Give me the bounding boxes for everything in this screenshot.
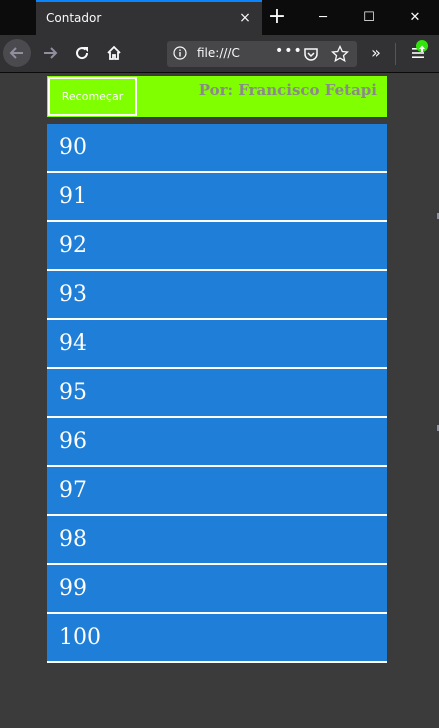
counter-item: 90: [47, 124, 387, 173]
info-icon[interactable]: [173, 46, 187, 60]
toolbar-divider: [395, 43, 396, 65]
reload-icon[interactable]: [68, 39, 96, 67]
window-minimize-button[interactable]: ─: [300, 0, 346, 35]
tab-strip: Contador × + ─ ☐ ✕: [0, 0, 439, 35]
url-text[interactable]: file:///C: [197, 46, 240, 60]
counter-item: 93: [47, 271, 387, 320]
bookmark-star-icon[interactable]: [331, 45, 349, 63]
tab-contador[interactable]: Contador ×: [36, 0, 262, 35]
counter-item: 95: [47, 369, 387, 418]
pocket-icon[interactable]: [303, 46, 319, 62]
counter-item: 96: [47, 418, 387, 467]
forward-arrow-icon[interactable]: [36, 39, 64, 67]
page-actions-icon[interactable]: •••: [275, 43, 303, 59]
counter-item: 94: [47, 320, 387, 369]
back-arrow-icon[interactable]: [3, 39, 31, 67]
counter-item: 100: [47, 614, 387, 663]
update-badge-icon: [416, 40, 428, 52]
tab-close-icon[interactable]: ×: [236, 9, 254, 27]
tab-title: Contador: [46, 11, 102, 25]
counter-item: 99: [47, 565, 387, 614]
window-maximize-button[interactable]: ☐: [346, 0, 392, 35]
url-bar[interactable]: file:///C •••: [167, 41, 357, 67]
browser-window: Contador × + ─ ☐ ✕ file:///C ••• » Recom…: [0, 0, 439, 728]
counter-item: 91: [47, 173, 387, 222]
counter-list: 90 91 92 93 94 95 96 97 98 99 100: [47, 124, 387, 663]
home-icon[interactable]: [100, 39, 128, 67]
author-credit: Por: Francisco Fetapi: [198, 81, 377, 99]
counter-item: 92: [47, 222, 387, 271]
overflow-chevron-icon[interactable]: »: [362, 39, 390, 67]
page-header: Recomeçar Por: Francisco Fetapi: [47, 76, 387, 117]
navigation-toolbar: file:///C ••• »: [0, 35, 439, 73]
restart-button[interactable]: Recomeçar: [48, 77, 137, 116]
new-tab-icon[interactable]: +: [264, 5, 290, 31]
counter-item: 98: [47, 516, 387, 565]
window-close-button[interactable]: ✕: [392, 0, 438, 35]
page-content: Recomeçar Por: Francisco Fetapi 90 91 92 93…: [0, 73, 439, 728]
counter-item: 97: [47, 467, 387, 516]
